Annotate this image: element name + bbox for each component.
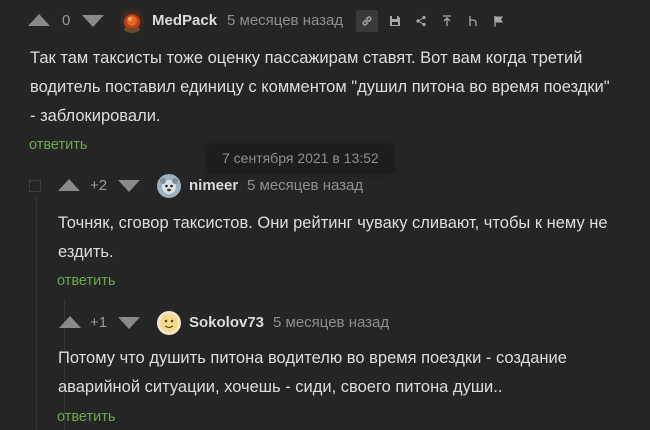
collapse-thread-button[interactable] [29,180,41,192]
comment-text-line: Так там таксисты тоже оценку пассажирам … [30,49,583,67]
branch-icon[interactable] [466,14,480,28]
avatar-image [157,174,181,198]
reply-link[interactable]: ответить [57,273,115,289]
comment-text-line: аварийной ситуации, хочешь - сиди, своег… [58,378,503,396]
downvote-button[interactable] [118,317,140,329]
downvote-button[interactable] [118,180,140,192]
comment-text: Потому что душить питона водителю во вре… [58,344,567,402]
timestamp-tooltip: 7 сентября 2021 в 13:52 [208,144,393,172]
comment-time[interactable]: 5 месяцев назад [227,12,343,29]
avatar-image [120,9,144,33]
upvote-button[interactable] [28,14,50,26]
save-icon[interactable] [388,14,402,28]
avatar-image [157,311,181,335]
avatar[interactable] [157,311,181,335]
comment-score: 0 [62,12,71,29]
upvote-button[interactable] [59,316,81,328]
comment-text-line: - заблокировали. [30,107,161,125]
share-icon[interactable] [414,14,428,28]
comment-time[interactable]: 5 месяцев назад [247,177,363,194]
avatar[interactable] [120,9,144,33]
comment-text: Так там таксисты тоже оценку пассажирам … [30,44,610,131]
comment-text-line: водитель поставил единицу с комментом "д… [30,78,610,96]
thread-guide-line [36,196,37,430]
link-button[interactable] [356,10,378,32]
link-icon [360,14,374,28]
comment-text-line: Точняк, сговор таксистов. Они рейтинг чу… [58,214,608,232]
reply-link[interactable]: ответить [57,409,115,425]
comment-score: +2 [90,177,108,194]
comment-text-line: Потому что душить питона водителю во вре… [58,349,567,367]
comment-score: +1 [90,314,108,331]
upload-icon[interactable] [440,14,454,28]
comment-author[interactable]: Sokolov73 [189,314,264,331]
flag-icon[interactable] [492,14,506,28]
comment-text-line: ездить. [58,243,114,261]
comment-time[interactable]: 5 месяцев назад [273,314,389,331]
comment-author[interactable]: nimeer [189,177,238,194]
comment-author[interactable]: MedPack [152,12,217,29]
upvote-button[interactable] [58,179,80,191]
avatar[interactable] [157,174,181,198]
downvote-button[interactable] [82,15,104,27]
comment-toolbar [356,10,521,32]
comment-text: Точняк, сговор таксистов. Они рейтинг чу… [58,209,608,267]
reply-link[interactable]: ответить [29,137,87,153]
